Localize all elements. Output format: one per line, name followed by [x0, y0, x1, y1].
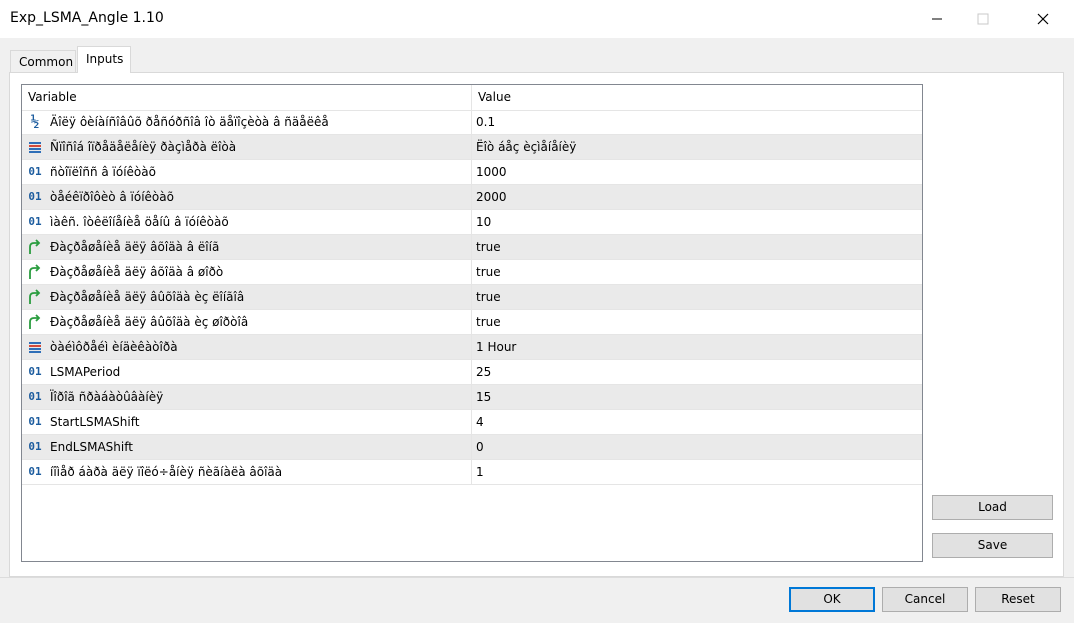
variable-name: ñòîïëîññ â ïóíêòàõ: [50, 165, 156, 179]
value-cell[interactable]: 0: [472, 435, 922, 459]
reset-button[interactable]: Reset: [975, 587, 1061, 612]
value-cell[interactable]: 10: [472, 210, 922, 234]
bool-icon: [26, 313, 44, 331]
variable-name: Äîëÿ ôèíàíñîâûõ ðåñóðñîâ îò äåïîçèòà â ñ…: [50, 115, 329, 129]
variable-name: Ðàçðåøåíèå äëÿ âûõîäà èç øîðòîâ: [50, 315, 249, 329]
footer-divider: [0, 577, 1074, 578]
variable-cell: Ðàçðåøåíèå äëÿ âõîäà â øîðò: [22, 260, 471, 284]
int-icon: 01: [28, 165, 42, 178]
value-cell[interactable]: 1000: [472, 160, 922, 184]
value-cell[interactable]: true: [472, 285, 922, 309]
int-icon: 01: [28, 190, 42, 203]
value-cell[interactable]: 1 Hour: [472, 335, 922, 359]
column-divider: [471, 85, 472, 485]
value-cell[interactable]: 15: [472, 385, 922, 409]
value-cell[interactable]: Ëîò áåç èçìåíåíèÿ: [472, 135, 922, 159]
save-button[interactable]: Save: [932, 533, 1053, 558]
table-row[interactable]: Ðàçðåøåíèå äëÿ âûõîäà èç øîðòîâ true: [22, 310, 922, 335]
cancel-button[interactable]: Cancel: [882, 587, 968, 612]
variable-cell: ½ Äîëÿ ôèíàíñîâûõ ðåñóðñîâ îò äåïîçèòà â …: [22, 110, 471, 134]
variable-name: EndLSMAShift: [50, 440, 133, 454]
value-cell[interactable]: 25: [472, 360, 922, 384]
window-title: Exp_LSMA_Angle 1.10: [10, 10, 164, 26]
variable-name: Ñïîñîá îïðåäåëåíèÿ ðàçìåðà ëîòà: [50, 140, 237, 154]
value-cell[interactable]: 4: [472, 410, 922, 434]
table-row[interactable]: Ðàçðåøåíèå äëÿ âõîäà â ëîíã true: [22, 235, 922, 260]
table-row[interactable]: òàéìôðåéì èíäèêàòîðà 1 Hour: [22, 335, 922, 360]
table-row[interactable]: Ðàçðåøåíèå äëÿ âûõîäà èç ëîíãîâ true: [22, 285, 922, 310]
variable-cell: 01 íîìåð áàðà äëÿ ïîëó÷åíèÿ ñèãíàëà âõîäà: [22, 460, 471, 484]
inputs-grid: Variable Value ½ Äîëÿ ôèíàíñîâûõ ðåñóðñîâ…: [21, 84, 923, 562]
variable-cell: òàéìôðåéì èíäèêàòîðà: [22, 335, 471, 359]
column-header-variable[interactable]: Variable: [22, 85, 471, 110]
variable-name: íîìåð áàðà äëÿ ïîëó÷åíèÿ ñèãíàëà âõîäà: [50, 465, 283, 479]
table-row[interactable]: 01 Ïîðîã ñðàáàòûâàíèÿ 15: [22, 385, 922, 410]
value-cell[interactable]: true: [472, 310, 922, 334]
fraction-icon: ½: [30, 114, 40, 130]
int-icon: 01: [28, 215, 42, 228]
column-header-value[interactable]: Value: [472, 85, 922, 110]
table-row[interactable]: 01 EndLSMAShift 0: [22, 435, 922, 460]
int-icon: 01: [28, 390, 42, 403]
tab-common[interactable]: Common: [10, 50, 76, 72]
int-icon: 01: [28, 440, 42, 453]
variable-cell: 01 LSMAPeriod: [22, 360, 471, 384]
variable-cell: 01 EndLSMAShift: [22, 435, 471, 459]
variable-cell: 01 Ïîðîã ñðàáàòûâàíèÿ: [22, 385, 471, 409]
table-row[interactable]: 01 íîìåð áàðà äëÿ ïîëó÷åíèÿ ñèãíàëà âõîäà…: [22, 460, 922, 485]
variable-name: Ïîðîã ñðàáàòûâàíèÿ: [50, 390, 164, 404]
variable-cell: Ðàçðåøåíèå äëÿ âõîäà â ëîíã: [22, 235, 471, 259]
value-cell[interactable]: 1: [472, 460, 922, 484]
variable-name: Ðàçðåøåíèå äëÿ âûõîäà èç ëîíãîâ: [50, 290, 245, 304]
value-cell[interactable]: true: [472, 260, 922, 284]
tab-inputs[interactable]: Inputs: [77, 46, 131, 73]
variable-cell: Ñïîñîá îïðåäåëåíèÿ ðàçìåðà ëîòà: [22, 135, 471, 159]
enum-icon: [26, 138, 44, 156]
variable-cell: 01 ìàêñ. îòêëîíåíèå öåíû â ïóíêòàõ: [22, 210, 471, 234]
enum-icon: [26, 338, 44, 356]
table-row[interactable]: 01 òåéêïðîôèò â ïóíêòàõ 2000: [22, 185, 922, 210]
table-row[interactable]: 01 ìàêñ. îòêëîíåíèå öåíû â ïóíêòàõ 10: [22, 210, 922, 235]
maximize-icon: [977, 13, 989, 25]
variable-cell: 01 ñòîïëîññ â ïóíêòàõ: [22, 160, 471, 184]
close-button[interactable]: [1020, 0, 1066, 38]
close-icon: [1037, 13, 1049, 25]
value-cell[interactable]: 0.1: [472, 110, 922, 134]
variable-name: òåéêïðîôèò â ïóíêòàõ: [50, 190, 174, 204]
variable-cell: Ðàçðåøåíèå äëÿ âûõîäà èç ëîíãîâ: [22, 285, 471, 309]
minimize-button[interactable]: [914, 0, 960, 38]
value-cell[interactable]: 2000: [472, 185, 922, 209]
minimize-icon: [932, 18, 942, 20]
title-bar: Exp_LSMA_Angle 1.10: [0, 0, 1074, 38]
table-row[interactable]: ½ Äîëÿ ôèíàíñîâûõ ðåñóðñîâ îò äåïîçèòà â …: [22, 110, 922, 135]
variable-name: Ðàçðåøåíèå äëÿ âõîäà â øîðò: [50, 265, 224, 279]
int-icon: 01: [28, 365, 42, 378]
bool-icon: [26, 238, 44, 256]
table-row[interactable]: Ðàçðåøåíèå äëÿ âõîäà â øîðò true: [22, 260, 922, 285]
variable-cell: 01 òåéêïðîôèò â ïóíêòàõ: [22, 185, 471, 209]
int-icon: 01: [28, 465, 42, 478]
value-cell[interactable]: true: [472, 235, 922, 259]
variable-name: Ðàçðåøåíèå äëÿ âõîäà â ëîíã: [50, 240, 220, 254]
variable-name: StartLSMAShift: [50, 415, 140, 429]
table-row[interactable]: 01 StartLSMAShift 4: [22, 410, 922, 435]
ok-button[interactable]: OK: [789, 587, 875, 612]
load-button[interactable]: Load: [932, 495, 1053, 520]
variable-name: òàéìôðåéì èíäèêàòîðà: [50, 340, 178, 354]
table-row[interactable]: Ñïîñîá îïðåäåëåíèÿ ðàçìåðà ëîòà Ëîò áåç è…: [22, 135, 922, 160]
variable-name: LSMAPeriod: [50, 365, 121, 379]
bool-icon: [26, 263, 44, 281]
grid-header: Variable Value: [22, 85, 922, 111]
variable-cell: Ðàçðåøåíèå äëÿ âûõîäà èç øîðòîâ: [22, 310, 471, 334]
int-icon: 01: [28, 415, 42, 428]
table-row[interactable]: 01 LSMAPeriod 25: [22, 360, 922, 385]
variable-cell: 01 StartLSMAShift: [22, 410, 471, 434]
maximize-button[interactable]: [960, 0, 1006, 38]
variable-name: ìàêñ. îòêëîíåíèå öåíû â ïóíêòàõ: [50, 215, 229, 229]
table-row[interactable]: 01 ñòîïëîññ â ïóíêòàõ 1000: [22, 160, 922, 185]
bool-icon: [26, 288, 44, 306]
